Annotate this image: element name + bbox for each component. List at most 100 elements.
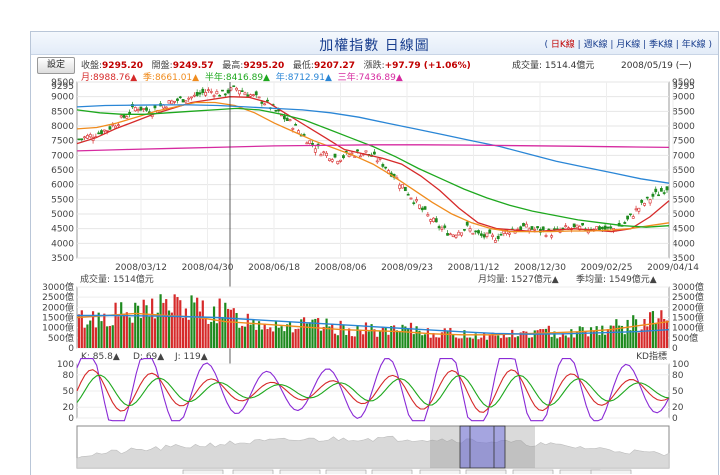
candle-body — [288, 119, 292, 122]
date-tick: 2008/08/06 — [315, 263, 367, 273]
volume-legend-quarter: 季均量: 1549億元▲ — [576, 273, 657, 285]
candle-body — [474, 230, 478, 233]
volume-bar — [393, 325, 396, 348]
candle-body — [83, 136, 87, 139]
candle-body — [108, 126, 112, 130]
candle-body — [223, 93, 227, 96]
volume-bar — [128, 317, 131, 348]
chart-canvas: 3500 35004000 40004500 45005000 50005500 5500… — [42, 78, 704, 474]
price-tick-right: 8500 — [672, 107, 695, 117]
volume-bar — [502, 333, 505, 348]
candle-body — [609, 226, 613, 229]
candle-body — [575, 224, 579, 228]
candle-body — [479, 233, 483, 236]
volume-bar — [539, 329, 542, 348]
candle-body — [381, 164, 385, 167]
volume-bar — [615, 319, 618, 348]
candle-body — [448, 233, 452, 236]
volume-bar — [547, 325, 550, 348]
candle-body — [274, 109, 278, 112]
volume-bar — [474, 333, 477, 348]
candle-body — [257, 96, 261, 99]
volume-bar — [665, 320, 669, 348]
price-tick-right: 6000 — [672, 181, 695, 191]
volume-bar — [556, 338, 559, 348]
volume-bar — [181, 317, 185, 348]
price-tick-left: 4500 — [51, 225, 74, 235]
candle-body — [164, 106, 168, 109]
volume-bar — [429, 337, 432, 348]
volume-bar — [378, 331, 382, 348]
candle-body — [488, 229, 492, 234]
volume-bar — [227, 308, 230, 348]
volume-bar — [308, 322, 311, 348]
volume-bar — [485, 339, 489, 348]
candle-body — [313, 148, 317, 153]
volume-tick-left: 3000億 — [42, 281, 74, 293]
volume-bar — [311, 319, 314, 348]
volume-bar — [212, 306, 216, 348]
volume-bar — [604, 334, 607, 348]
volume-bar — [575, 332, 579, 348]
candle-body — [440, 227, 444, 230]
volume-bar — [94, 327, 97, 348]
candle-body — [339, 159, 343, 162]
candle-body — [204, 91, 208, 96]
candle-body — [77, 138, 81, 141]
volume-title: 成交量: 1514億元 — [80, 273, 154, 285]
volume-bar — [654, 323, 657, 348]
candle-body — [319, 154, 323, 157]
candle-body — [218, 94, 222, 97]
volume-bar — [446, 331, 449, 348]
price-tick-right: 9000 — [672, 93, 695, 103]
volume-bar — [564, 335, 567, 348]
candle-body — [184, 100, 188, 103]
volume-bar — [294, 329, 297, 348]
candle-body — [536, 226, 539, 229]
candle-body — [305, 142, 309, 145]
volume-bar — [148, 316, 151, 348]
candle-body — [524, 223, 528, 228]
volume-bar — [241, 325, 244, 348]
candle-body — [142, 108, 146, 110]
volume-tick-left: 0 — [68, 344, 74, 354]
volume-bar — [395, 330, 399, 348]
volume-bar — [122, 313, 126, 348]
price-tick-right: 4500 — [672, 225, 695, 235]
price-tick-left: 9000 — [51, 93, 74, 103]
candle-body — [181, 99, 185, 103]
candle-body — [167, 100, 171, 104]
volume-bar — [232, 308, 235, 348]
candle-body — [136, 109, 140, 111]
volume-bar — [106, 326, 109, 348]
candle-body — [119, 115, 123, 118]
volume-bar — [457, 338, 460, 348]
volume-bar — [238, 327, 241, 348]
kd-tick-left: 100 — [57, 360, 74, 370]
volume-bar — [108, 325, 112, 348]
candle-body — [463, 229, 466, 231]
volume-bar — [187, 319, 190, 348]
candle-body — [116, 124, 120, 127]
volume-bar — [97, 312, 100, 348]
volume-bar — [404, 326, 407, 348]
volume-bar — [373, 329, 376, 348]
candle-body — [342, 155, 345, 159]
volume-bar — [319, 330, 323, 348]
volume-bar — [350, 336, 353, 348]
price-tick-left: 6500 — [51, 166, 74, 176]
volume-bar — [345, 334, 348, 348]
candle-body — [207, 89, 210, 92]
candle-body — [595, 226, 599, 230]
candle-body — [198, 92, 202, 95]
candle-body — [322, 151, 326, 154]
volume-bar — [184, 308, 188, 348]
candle-body — [254, 91, 258, 96]
candle-body — [600, 226, 604, 230]
volume-bar — [255, 329, 258, 348]
candle-body — [429, 219, 433, 222]
volume-bar — [100, 321, 103, 348]
price-tick-left: 5000 — [51, 210, 74, 220]
candle-body — [437, 226, 441, 229]
candle-body — [454, 234, 458, 238]
